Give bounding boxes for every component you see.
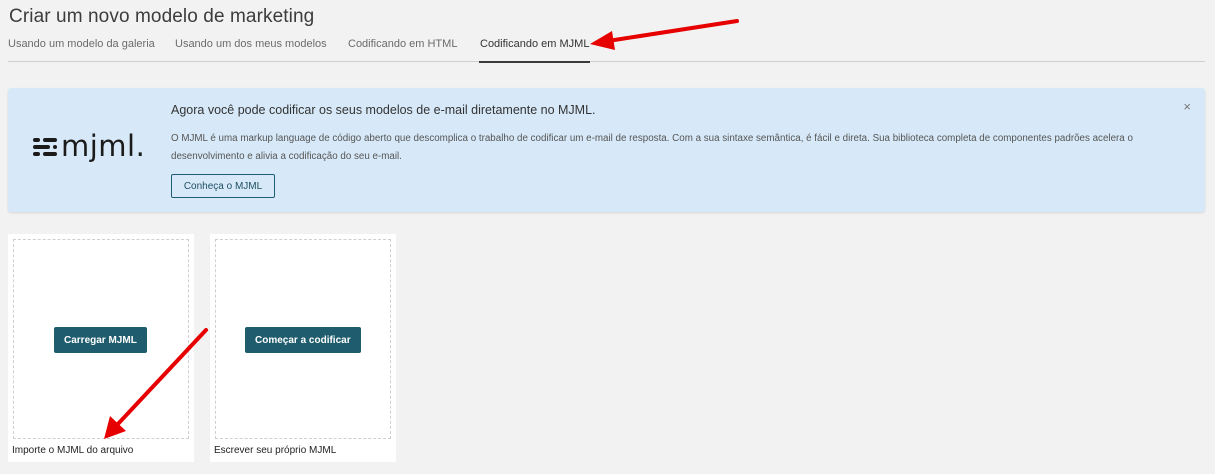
start-coding-card[interactable]: Começar a codificar Escrever seu próprio… bbox=[210, 234, 396, 462]
tab-gallery-template[interactable]: Usando um modelo da galeria bbox=[8, 38, 155, 61]
mjml-logo-text: mjml. bbox=[61, 128, 146, 163]
card-label: Escrever seu próprio MJML bbox=[214, 445, 337, 456]
mjml-logo-icon bbox=[33, 136, 57, 156]
tab-mjml-coding[interactable]: Codificando em MJML bbox=[479, 38, 591, 63]
page-title: Criar um novo modelo de marketing bbox=[9, 6, 315, 27]
card-label: Importe o MJML do arquivo bbox=[12, 445, 134, 456]
mjml-logo: mjml. bbox=[33, 129, 145, 163]
banner-description: O MJML é uma markup language de código a… bbox=[171, 133, 1133, 162]
tab-html-coding[interactable]: Codificando em HTML bbox=[348, 38, 457, 61]
tab-my-templates[interactable]: Usando um dos meus modelos bbox=[175, 38, 327, 61]
close-icon[interactable]: × bbox=[1183, 100, 1191, 113]
banner-title: Agora você pode codificar os seus modelo… bbox=[171, 103, 596, 117]
mjml-info-banner: mjml. Agora você pode codificar os seus … bbox=[8, 88, 1205, 212]
upload-mjml-button[interactable]: Carregar MJML bbox=[54, 327, 147, 353]
upload-mjml-card[interactable]: Carregar MJML Importe o MJML do arquivo bbox=[8, 234, 194, 462]
start-coding-button[interactable]: Começar a codificar bbox=[245, 327, 361, 353]
tab-bar: Usando um modelo da galeria Usando um do… bbox=[8, 30, 1205, 63]
learn-mjml-button[interactable]: Conheça o MJML bbox=[171, 174, 275, 198]
